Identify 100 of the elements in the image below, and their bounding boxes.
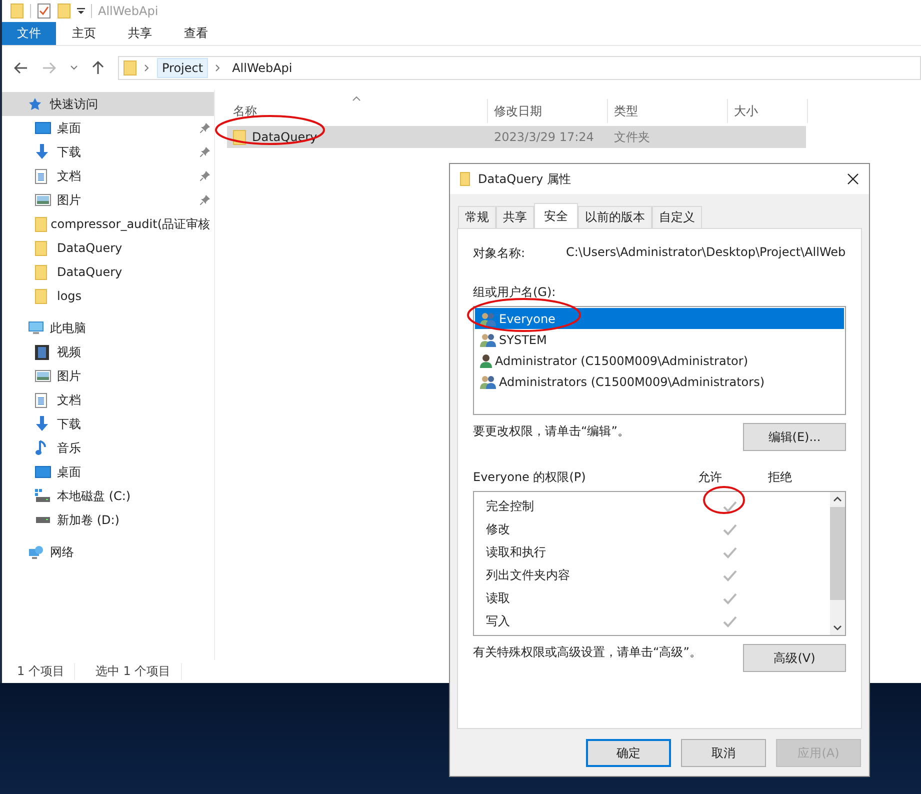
nav-label: 网络 xyxy=(50,544,74,560)
close-icon[interactable] xyxy=(847,173,859,185)
advanced-hint: 有关特殊权限或高级设置，请单击“高级”。 xyxy=(473,644,702,661)
nav-item[interactable]: 视频 xyxy=(2,340,214,364)
permission-name: 写入 xyxy=(485,613,511,630)
ribbon-tab[interactable]: 文件 xyxy=(2,22,56,45)
breadcrumb-item[interactable]: Project xyxy=(157,58,208,78)
nav-label: 音乐 xyxy=(57,440,82,456)
users-icon xyxy=(480,374,496,388)
desktop-icon xyxy=(35,466,51,478)
nav-label: 快速访问 xyxy=(50,96,98,112)
dialog-tab[interactable]: 安全 xyxy=(534,203,578,228)
nav-label: 此电脑 xyxy=(50,320,86,336)
scroll-up-icon[interactable] xyxy=(833,496,842,502)
nav-item[interactable]: 文档 xyxy=(2,388,214,412)
deny-column-label: 拒绝 xyxy=(768,469,792,486)
user-icon xyxy=(480,354,492,368)
dialog-tab[interactable]: 共享 xyxy=(496,206,534,228)
advanced-button[interactable]: 高级(V) xyxy=(743,644,846,672)
nav-label: 桌面 xyxy=(57,120,82,136)
folder-icon xyxy=(35,216,47,232)
permission-name: 读取和执行 xyxy=(485,544,547,561)
up-arrow-icon[interactable] xyxy=(92,61,104,75)
ribbon-tab[interactable]: 主页 xyxy=(56,22,112,45)
desktop-icon xyxy=(35,122,51,134)
folder-icon xyxy=(123,60,137,76)
nav-item[interactable]: 桌面 xyxy=(2,116,214,140)
folder-icon xyxy=(35,240,47,256)
folder-icon xyxy=(10,3,24,19)
ribbon-tab[interactable]: 查看 xyxy=(168,22,224,45)
user-list-item[interactable]: Administrator (C1500M009\Administrator) xyxy=(475,350,844,371)
nav-item[interactable]: DataQuery xyxy=(2,260,214,284)
picture-icon xyxy=(35,370,51,382)
object-name-label: 对象名称: xyxy=(473,245,526,262)
user-list-item[interactable]: Administrators (C1500M009\Administrators) xyxy=(475,371,844,392)
nav-item[interactable]: 音乐 xyxy=(2,436,214,460)
folder-icon xyxy=(460,172,470,186)
nav-item[interactable]: 此电脑 xyxy=(2,316,214,340)
file-name: DataQuery xyxy=(252,130,318,144)
dialog-tab[interactable]: 以前的版本 xyxy=(578,206,652,228)
nav-label: 桌面 xyxy=(57,464,82,480)
nav-label: 文档 xyxy=(57,392,82,408)
nav-label: DataQuery xyxy=(57,241,124,255)
scroll-down-icon[interactable] xyxy=(833,625,842,631)
edit-button[interactable]: 编辑(E)... xyxy=(743,423,846,451)
nav-item[interactable]: 下载 xyxy=(2,412,214,436)
pin-icon[interactable] xyxy=(200,195,210,205)
chevron-right-icon[interactable] xyxy=(215,64,222,72)
properties-icon[interactable] xyxy=(37,3,51,19)
scrollbar[interactable] xyxy=(830,492,845,635)
chevron-down-icon[interactable] xyxy=(70,65,78,71)
dialog-title: DataQuery 属性 xyxy=(478,170,571,188)
nav-item[interactable]: 桌面 xyxy=(2,460,214,484)
users-icon xyxy=(480,312,496,326)
column-header[interactable]: 修改日期 xyxy=(488,99,608,123)
file-type: 文件夹 xyxy=(613,128,651,146)
column-header[interactable]: 大小 xyxy=(728,99,808,123)
document-icon xyxy=(35,168,47,184)
pin-icon[interactable] xyxy=(200,147,210,157)
dialog-button[interactable]: 取消 xyxy=(681,739,766,767)
dialog-button[interactable]: 确定 xyxy=(586,739,671,767)
ribbon-tab[interactable]: 共享 xyxy=(112,22,168,45)
dialog-tab[interactable]: 自定义 xyxy=(652,206,702,228)
nav-item[interactable]: 图片 xyxy=(2,364,214,388)
breadcrumb-item[interactable]: AllWebApi xyxy=(228,59,296,77)
dropdown-icon[interactable] xyxy=(77,7,85,15)
address-bar[interactable]: Project AllWebApi xyxy=(118,56,921,80)
nav-item[interactable]: 快速访问 xyxy=(2,92,214,116)
column-header[interactable]: 名称 xyxy=(227,99,488,123)
file-row[interactable]: DataQuery 2023/3/29 17:24 文件夹 xyxy=(227,126,806,148)
folder-icon xyxy=(35,264,47,280)
music-note-icon xyxy=(35,440,47,456)
nav-item[interactable]: 本地磁盘 (C:) xyxy=(2,484,214,508)
nav-item[interactable]: DataQuery xyxy=(2,236,214,260)
nav-item[interactable]: 网络 xyxy=(2,540,214,564)
folder-icon xyxy=(35,288,47,304)
column-header[interactable]: 类型 xyxy=(608,99,728,123)
user-list-item[interactable]: SYSTEM xyxy=(475,329,844,350)
dialog-tab[interactable]: 常规 xyxy=(458,206,496,228)
file-date: 2023/3/29 17:24 xyxy=(493,130,595,144)
user-name: Administrator (C1500M009\Administrator) xyxy=(495,354,748,368)
nav-item[interactable]: 图片 xyxy=(2,188,214,212)
chevron-right-icon[interactable] xyxy=(144,64,150,72)
user-list-item[interactable]: Everyone xyxy=(475,308,844,329)
permission-name: 读取 xyxy=(485,590,511,607)
nav-item[interactable]: compressor_audit(品证审核 xyxy=(2,212,214,236)
permissions-label: Everyone 的权限(P) xyxy=(473,469,587,486)
nav-label: 文档 xyxy=(57,168,82,184)
nav-label: compressor_audit(品证审核 xyxy=(50,216,210,232)
status-text: 选中 1 个项目 xyxy=(95,663,182,680)
nav-item[interactable]: 新加卷 (D:) xyxy=(2,508,214,532)
nav-item[interactable]: logs xyxy=(2,284,214,308)
annotation-circle xyxy=(702,484,746,516)
nav-label: 本地磁盘 (C:) xyxy=(57,488,132,504)
status-text: 1 个项目 xyxy=(17,663,76,680)
nav-item[interactable]: 下载 xyxy=(2,140,214,164)
back-arrow-icon[interactable] xyxy=(14,62,28,74)
pin-icon[interactable] xyxy=(200,123,210,133)
nav-item[interactable]: 文档 xyxy=(2,164,214,188)
pin-icon[interactable] xyxy=(200,171,210,181)
